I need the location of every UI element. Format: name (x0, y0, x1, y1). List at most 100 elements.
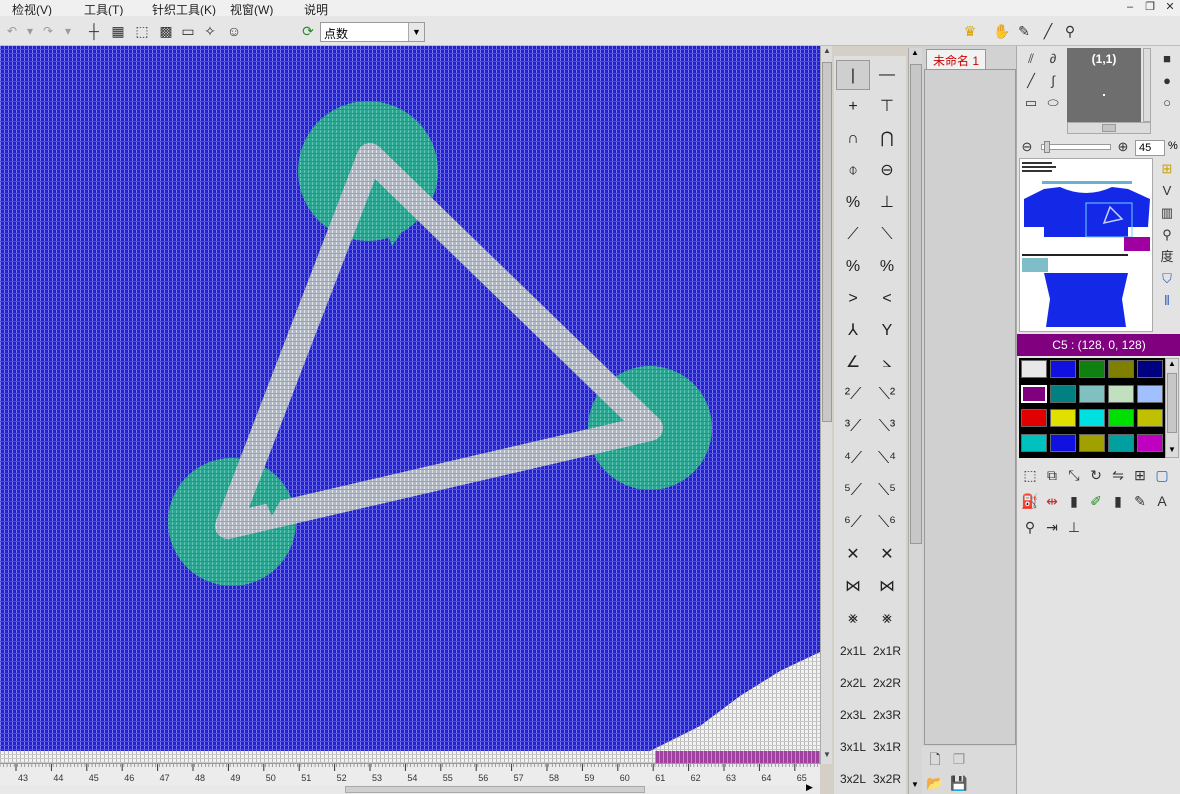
fill-square-icon[interactable]: ■ (1157, 50, 1177, 68)
outline-circle-icon[interactable]: ○ (1157, 94, 1177, 112)
symbol-2x3l[interactable]: 2x3L (836, 700, 870, 730)
scroll-right-icon[interactable]: ▶ (806, 782, 813, 793)
color-swatch[interactable] (1021, 433, 1047, 452)
zoom-input[interactable]: 45 (1135, 140, 1165, 156)
color-swatch[interactable] (1021, 384, 1047, 403)
redo-dropdown-icon[interactable]: ▾ (58, 20, 78, 42)
pen-icon[interactable]: ✎ (1014, 20, 1034, 42)
copy-file-icon[interactable]: ❐ (948, 748, 970, 770)
symbol-cable-3-left-icon[interactable]: ³⟋ (836, 412, 870, 442)
symbol-cable-4-right-icon[interactable]: ⟍⁴ (870, 444, 904, 474)
crown-icon[interactable]: ♛ (960, 20, 980, 42)
stack-block-icon[interactable]: ⊥ (1063, 516, 1085, 538)
scroll-down-icon[interactable]: ▼ (1168, 445, 1176, 454)
symbol-cable-6-left-icon[interactable]: ⁶⟋ (836, 508, 870, 538)
layout-grid-icon[interactable]: ⊞ (1157, 160, 1177, 178)
symbol-cable-5-right-icon[interactable]: ⟍⁵ (870, 476, 904, 506)
scroll-down-icon[interactable]: ▼ (911, 780, 919, 789)
lasso-icon[interactable]: ✧ (200, 20, 220, 42)
color-swatch[interactable] (1137, 409, 1163, 427)
shield-icon[interactable]: ⛉ (1157, 270, 1177, 288)
grid-region-icon[interactable]: ⊞ (1129, 464, 1151, 486)
symbol-plus-icon[interactable]: + (836, 92, 870, 122)
canvas-vertical-scrollbar[interactable]: ▲ ▼ (820, 46, 832, 764)
symbol-arch-bar-icon[interactable]: ⋂ (870, 124, 904, 154)
ellipse-icon[interactable]: ⬭ (1043, 94, 1063, 112)
symbol-cable-5-left-icon[interactable]: ⁵⟋ (836, 476, 870, 506)
select-grid-icon[interactable]: ⬚ (132, 20, 152, 42)
color-swatch[interactable] (1050, 360, 1076, 378)
symbol-fork-left-icon[interactable]: ⅄ (836, 316, 870, 346)
color-pick-icon[interactable]: ✐ (1085, 490, 1107, 512)
symbol-cross-left-icon[interactable]: ⟋ (836, 220, 870, 250)
zoom-slider-handle[interactable] (1044, 141, 1050, 153)
symbol-triple-cross-icon[interactable]: ⨳ (836, 604, 870, 634)
scroll-up-icon[interactable]: ▲ (911, 48, 919, 57)
line-tool-icon[interactable]: ╱ (1038, 20, 1058, 42)
symbol-x-cross-icon[interactable]: ✕ (836, 540, 870, 570)
degree-icon[interactable]: 度 (1157, 248, 1177, 266)
rectangle-icon[interactable]: ▭ (1021, 94, 1041, 112)
mask-icon[interactable]: ☺ (224, 20, 244, 42)
color-swatch[interactable] (1108, 360, 1134, 378)
symbol-cable-2-left-icon[interactable]: ²⟋ (836, 380, 870, 410)
undo-icon[interactable]: ↶ (2, 20, 22, 42)
canvas-scroll-thumb[interactable] (822, 62, 832, 422)
knit-canvas[interactable] (0, 46, 820, 751)
pin-icon[interactable]: ⚲ (1157, 226, 1177, 244)
color-swatch[interactable] (1050, 384, 1076, 403)
color-swatch[interactable] (1137, 360, 1163, 378)
symbol-tee-icon[interactable]: ⊤ (870, 92, 904, 122)
symbol-greater-icon[interactable]: > (836, 284, 870, 314)
open-folder-icon[interactable]: 📂 (924, 772, 946, 794)
horizontal-scroll-thumb[interactable] (345, 786, 645, 793)
symbol-percent-icon[interactable]: % (836, 188, 870, 218)
symbol-x-cross-2-icon[interactable]: ✕ (870, 540, 904, 570)
symbol-cable-2-right-icon[interactable]: ⟍² (870, 380, 904, 410)
column-tool-2-icon[interactable]: ▮ (1107, 490, 1129, 512)
symbol-circle-icon[interactable]: ⌽ (836, 156, 870, 186)
symbol-2x2r[interactable]: 2x2R (870, 668, 904, 698)
scroll-down-icon[interactable]: ▼ (821, 750, 833, 764)
copy-region-icon[interactable]: ⧉ (1041, 464, 1063, 486)
symbol-double-cross-2-icon[interactable]: ⋈ (870, 572, 904, 602)
symbol-cable-6-right-icon[interactable]: ⟍⁶ (870, 508, 904, 538)
scroll-up-icon[interactable]: ▲ (821, 46, 833, 60)
rotate-region-icon[interactable]: ↻ (1085, 464, 1107, 486)
color-swatch[interactable] (1137, 433, 1163, 452)
symbol-3x1r[interactable]: 3x1R (870, 732, 904, 762)
symbol-cable-4-left-icon[interactable]: ⁴⟋ (836, 444, 870, 474)
color-swatch[interactable] (1079, 433, 1105, 452)
curve-icon[interactable]: ∫ (1043, 72, 1063, 90)
symbol-3x1l[interactable]: 3x1L (836, 732, 870, 762)
color-swatch[interactable] (1108, 433, 1134, 452)
symbol-angle-left-icon[interactable]: ∠ (836, 348, 870, 378)
spiral-icon[interactable]: ∂ (1043, 50, 1063, 68)
symbol-2x2l[interactable]: 2x2L (836, 668, 870, 698)
brush-icon[interactable]: ⫽ (1021, 50, 1041, 68)
bars-icon[interactable]: ⦀ (1157, 292, 1177, 310)
new-file-icon[interactable]: 🗋 (924, 748, 946, 770)
text-tool-icon[interactable]: A (1151, 490, 1173, 512)
symbol-arch-icon[interactable]: ∩ (836, 124, 870, 154)
select-rect-icon[interactable]: ⬚ (1019, 464, 1041, 486)
close-icon[interactable]: ✕ (1160, 0, 1180, 16)
mode-select[interactable]: 点数 ▼ (320, 22, 425, 42)
swatch-scrollbar[interactable]: ▲ ▼ (1165, 358, 1179, 458)
swatch-scroll-thumb[interactable] (1167, 373, 1177, 433)
symbol-scroll-thumb[interactable] (910, 64, 922, 544)
symbol-2x3r[interactable]: 2x3R (870, 700, 904, 730)
symbol-fork-right-icon[interactable]: Y (870, 316, 904, 346)
symbol-2x1r[interactable]: 2x1R (870, 636, 904, 666)
symbol-cross-right-icon[interactable]: ⟍ (870, 220, 904, 250)
redo-icon[interactable]: ↷ (38, 20, 58, 42)
color-swatch[interactable] (1050, 433, 1076, 452)
tab-untitled-1[interactable]: 未命名 1 (926, 49, 987, 69)
color-swatch[interactable] (1137, 384, 1163, 403)
preview-scroll-thumb[interactable] (1102, 124, 1116, 132)
blank-region-icon[interactable]: ▢ (1151, 464, 1173, 486)
crosshair-icon[interactable]: ┼ (84, 20, 104, 42)
color-swatch[interactable] (1079, 360, 1105, 378)
symbol-2x1l[interactable]: 2x1L (836, 636, 870, 666)
color-swatch[interactable] (1079, 409, 1105, 427)
